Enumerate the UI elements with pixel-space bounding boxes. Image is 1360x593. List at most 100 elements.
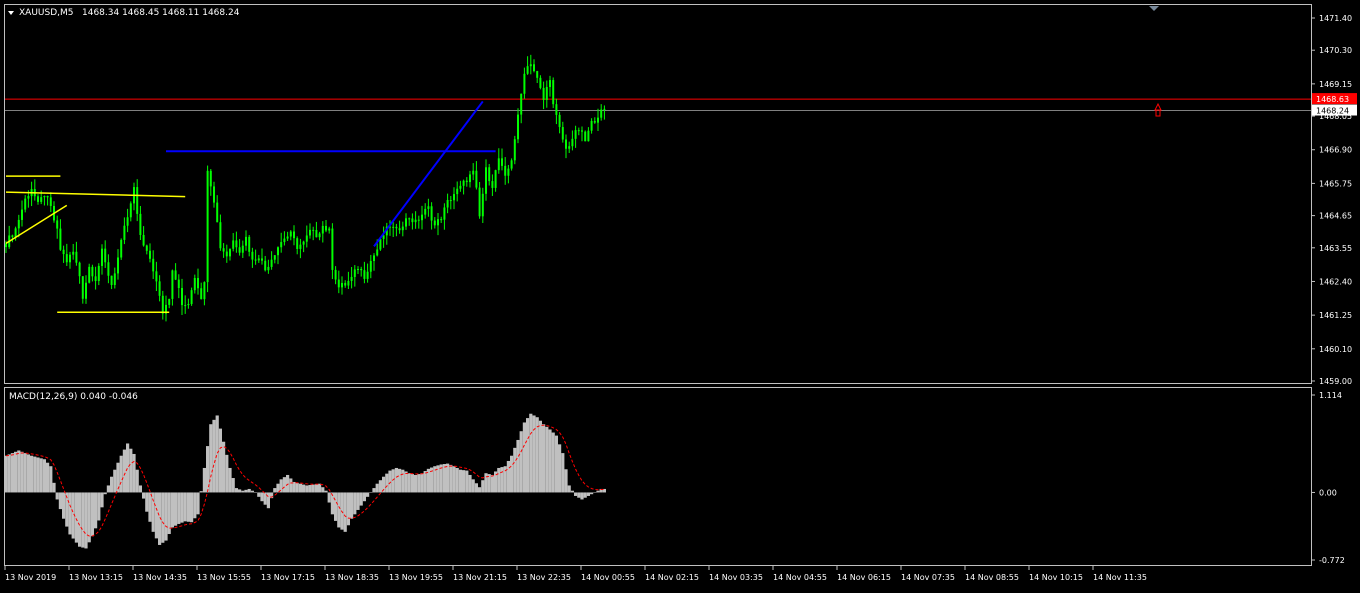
candle-body [78,262,81,277]
macd-bar [305,485,309,493]
candle-body [62,249,65,255]
macd-bar [452,466,456,493]
candle-body [520,93,523,115]
price-tick-label: 1459.00 [1319,377,1352,386]
macd-bar [46,462,50,493]
candle-body [443,207,446,220]
candle-body [187,303,190,306]
macd-bar [257,492,261,497]
candle-body [427,206,430,209]
macd-bar [410,474,414,493]
macd-bar [302,484,306,493]
macd-bar [113,469,117,493]
candle-body [542,87,545,100]
candle-body [331,228,334,270]
macd-bar [535,417,539,493]
macd-bar [500,467,504,493]
time-axis: 13 Nov 2019 13 Nov 13:15 13 Nov 14:35 13 No… [4,566,1147,582]
macd-bar [596,490,600,493]
macd-bar [407,473,411,493]
candle-body [437,219,439,226]
candle-body [149,250,151,259]
candle-body [357,268,359,270]
candle-body [286,236,289,239]
macd-bar [542,424,546,493]
macd-bar [298,483,302,493]
macd-bar [81,492,85,548]
macd-bar [289,478,293,493]
price-tick-label: 1460.10 [1319,345,1352,354]
candle-body [277,247,279,256]
candle-body [126,217,129,226]
macd-bar [548,429,552,493]
candle-body [37,196,39,202]
macd-bar [580,492,584,500]
blue-trendline [373,100,484,247]
candle-body [376,249,379,256]
candle-body [177,279,180,289]
candle-body [395,226,398,229]
macd-bar [538,420,542,493]
macd-bar [241,490,245,493]
macd-bar [295,482,299,493]
candle-body [603,108,606,110]
candle-body [337,279,340,288]
macd-bar [292,481,296,493]
candle-body [283,238,286,243]
macd-bar [462,470,466,493]
candle-body [552,80,555,105]
candle-body [408,218,411,220]
symbol-dropdown-icon[interactable] [8,11,14,15]
candle-body [120,239,123,258]
macd-bar [455,467,459,493]
macd-bar [366,492,370,497]
macd-bar [62,492,66,519]
candle-body [421,214,423,221]
macd-tick-label: 1.114 [1319,391,1342,400]
candle-body [366,271,369,279]
candle-body [161,295,164,314]
candle-body [142,234,145,246]
candle-body [315,230,318,238]
candle-body [251,251,254,260]
candle-body [485,167,487,194]
candle-body [267,266,270,271]
candle-body [593,120,596,123]
macd-bar [519,431,523,493]
macd-bar [282,477,286,493]
macd-bar [231,478,235,493]
candle-body [558,114,561,128]
candle-body [59,228,62,250]
macd-bar [23,453,27,493]
macd-bar [263,492,267,505]
macd-bar [164,492,168,541]
candle-body [65,254,68,263]
candle-body [561,127,564,140]
chart-shift-marker-icon[interactable] [1149,6,1159,11]
macd-bar [327,492,331,503]
macd-bar [423,471,427,493]
macd-bar [154,492,158,539]
candle-body [193,277,196,291]
candle-body [590,120,593,131]
candle-body [225,251,228,257]
macd-bar [238,489,242,493]
macd-bar [343,492,347,532]
candle-body [152,258,155,272]
time-tick-label: 14 Nov 08:55 [965,573,1019,582]
candle-body [91,266,94,277]
candle-body [107,262,110,276]
chart-window[interactable]: 1471.40 1470.30 1469.15 1468.05 1466.90 1465.… [0,0,1360,589]
candle-body [257,258,260,261]
macd-bar [314,484,318,493]
candle-body [321,225,324,234]
macd-bar [391,469,395,493]
macd-bar [94,492,98,529]
candle-body [411,218,414,223]
macd-bar [353,492,357,515]
macd-bar [337,492,341,528]
time-tick-label: 13 Nov 22:35 [517,573,571,582]
price-tick-label: 1470.30 [1319,46,1352,55]
macd-bar [513,447,517,493]
chart-svg[interactable]: 1471.401470.301469.151468.051466.901465.… [0,0,1360,589]
